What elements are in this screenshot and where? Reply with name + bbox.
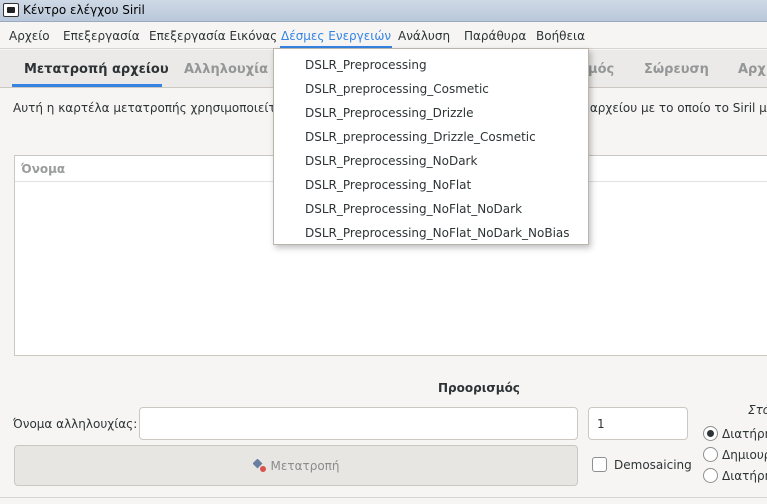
output-option-2-radio[interactable] — [703, 447, 718, 462]
tab-file-conversion[interactable]: Μετατροπή αρχείου — [24, 62, 169, 77]
script-item-dslr-preprocessing-nodark[interactable]: DSLR_Preprocessing_NoDark — [305, 154, 477, 168]
tab-sequence[interactable]: Αλληλουχία — [184, 62, 268, 77]
output-option-1-label: Διατήρη — [722, 426, 767, 441]
output-option-3-label: Διατήρη — [722, 468, 767, 483]
output-option-1[interactable]: Διατήρη — [703, 426, 767, 441]
convert-icon — [252, 458, 266, 472]
menu-scripts[interactable]: Δέσμες Ενεργειών — [280, 29, 393, 48]
output-options-heading: Στό — [748, 403, 767, 417]
script-item-dslr-preprocessing-noflat-nodark[interactable]: DSLR_Preprocessing_NoFlat_NoDark — [305, 202, 522, 216]
convert-button[interactable]: Μετατροπή — [14, 445, 578, 486]
bottom-divider — [0, 497, 767, 498]
script-item-dslr-preprocessing-noflat-nodark-nobias[interactable]: DSLR_Preprocessing_NoFlat_NoDark_NoBias — [305, 226, 570, 240]
tab-stacking[interactable]: Σώρευση — [644, 62, 709, 77]
output-option-3[interactable]: Διατήρη — [703, 468, 767, 483]
menu-edit[interactable]: Επεξεργασία — [62, 29, 141, 48]
output-option-2[interactable]: Δημιουρ — [703, 447, 767, 462]
window-titlebar: Κέντρο ελέγχου Siril — [0, 0, 767, 22]
script-item-dslr-preprocessing-noflat[interactable]: DSLR_Preprocessing_NoFlat — [305, 178, 471, 192]
output-option-3-radio[interactable] — [703, 468, 718, 483]
demosaicing-checkbox[interactable] — [592, 457, 607, 472]
sequence-name-input[interactable] — [139, 407, 578, 440]
active-tab-indicator — [12, 84, 162, 87]
script-item-dslr-preprocessing-cosmetic[interactable]: DSLR_preprocessing_Cosmetic — [305, 82, 489, 96]
menu-help[interactable]: Βοήθεια — [535, 29, 586, 48]
tab-description-end: ι αρχείου με το οποίο το Siril μπ — [582, 101, 767, 115]
app-icon — [3, 3, 19, 17]
sequence-name-label: Όνομα αλληλουχίας: — [13, 417, 138, 431]
script-item-dslr-preprocessing-drizzle[interactable]: DSLR_Preprocessing_Drizzle — [305, 106, 473, 120]
script-item-dslr-preprocessing[interactable]: DSLR_Preprocessing — [305, 58, 427, 72]
demosaicing-option[interactable]: Demosaicing — [592, 457, 692, 472]
window-title: Κέντρο ελέγχου Siril — [23, 3, 145, 17]
output-option-1-radio[interactable] — [703, 426, 718, 441]
scripts-dropdown-menu: DSLR_Preprocessing DSLR_preprocessing_Co… — [273, 48, 589, 245]
tab-registration[interactable]: μός — [588, 62, 614, 77]
menu-analysis[interactable]: Ανάλυση — [397, 29, 451, 48]
tab-description-start: Αυτή η καρτέλα μετατροπής χρησιμοποιείτα… — [13, 101, 299, 115]
convert-button-label: Μετατροπή — [270, 458, 340, 473]
tab-archive[interactable]: Αρχ — [738, 62, 766, 77]
menu-image-processing[interactable]: Επεξεργασία Εικόνας — [148, 29, 278, 48]
demosaicing-label: Demosaicing — [614, 457, 692, 472]
menu-windows[interactable]: Παράθυρα — [463, 29, 527, 48]
menu-file[interactable]: Αρχείο — [8, 29, 51, 48]
destination-title: Προορισμός — [438, 381, 520, 395]
start-number-input[interactable]: 1 — [588, 407, 688, 440]
output-option-2-label: Δημιουρ — [722, 447, 767, 462]
menubar: Αρχείο Επεξεργασία Επεξεργασία Εικόνας Δ… — [0, 25, 767, 49]
script-item-dslr-preprocessing-drizzle-cosmetic[interactable]: DSLR_preprocessing_Drizzle_Cosmetic — [305, 130, 536, 144]
